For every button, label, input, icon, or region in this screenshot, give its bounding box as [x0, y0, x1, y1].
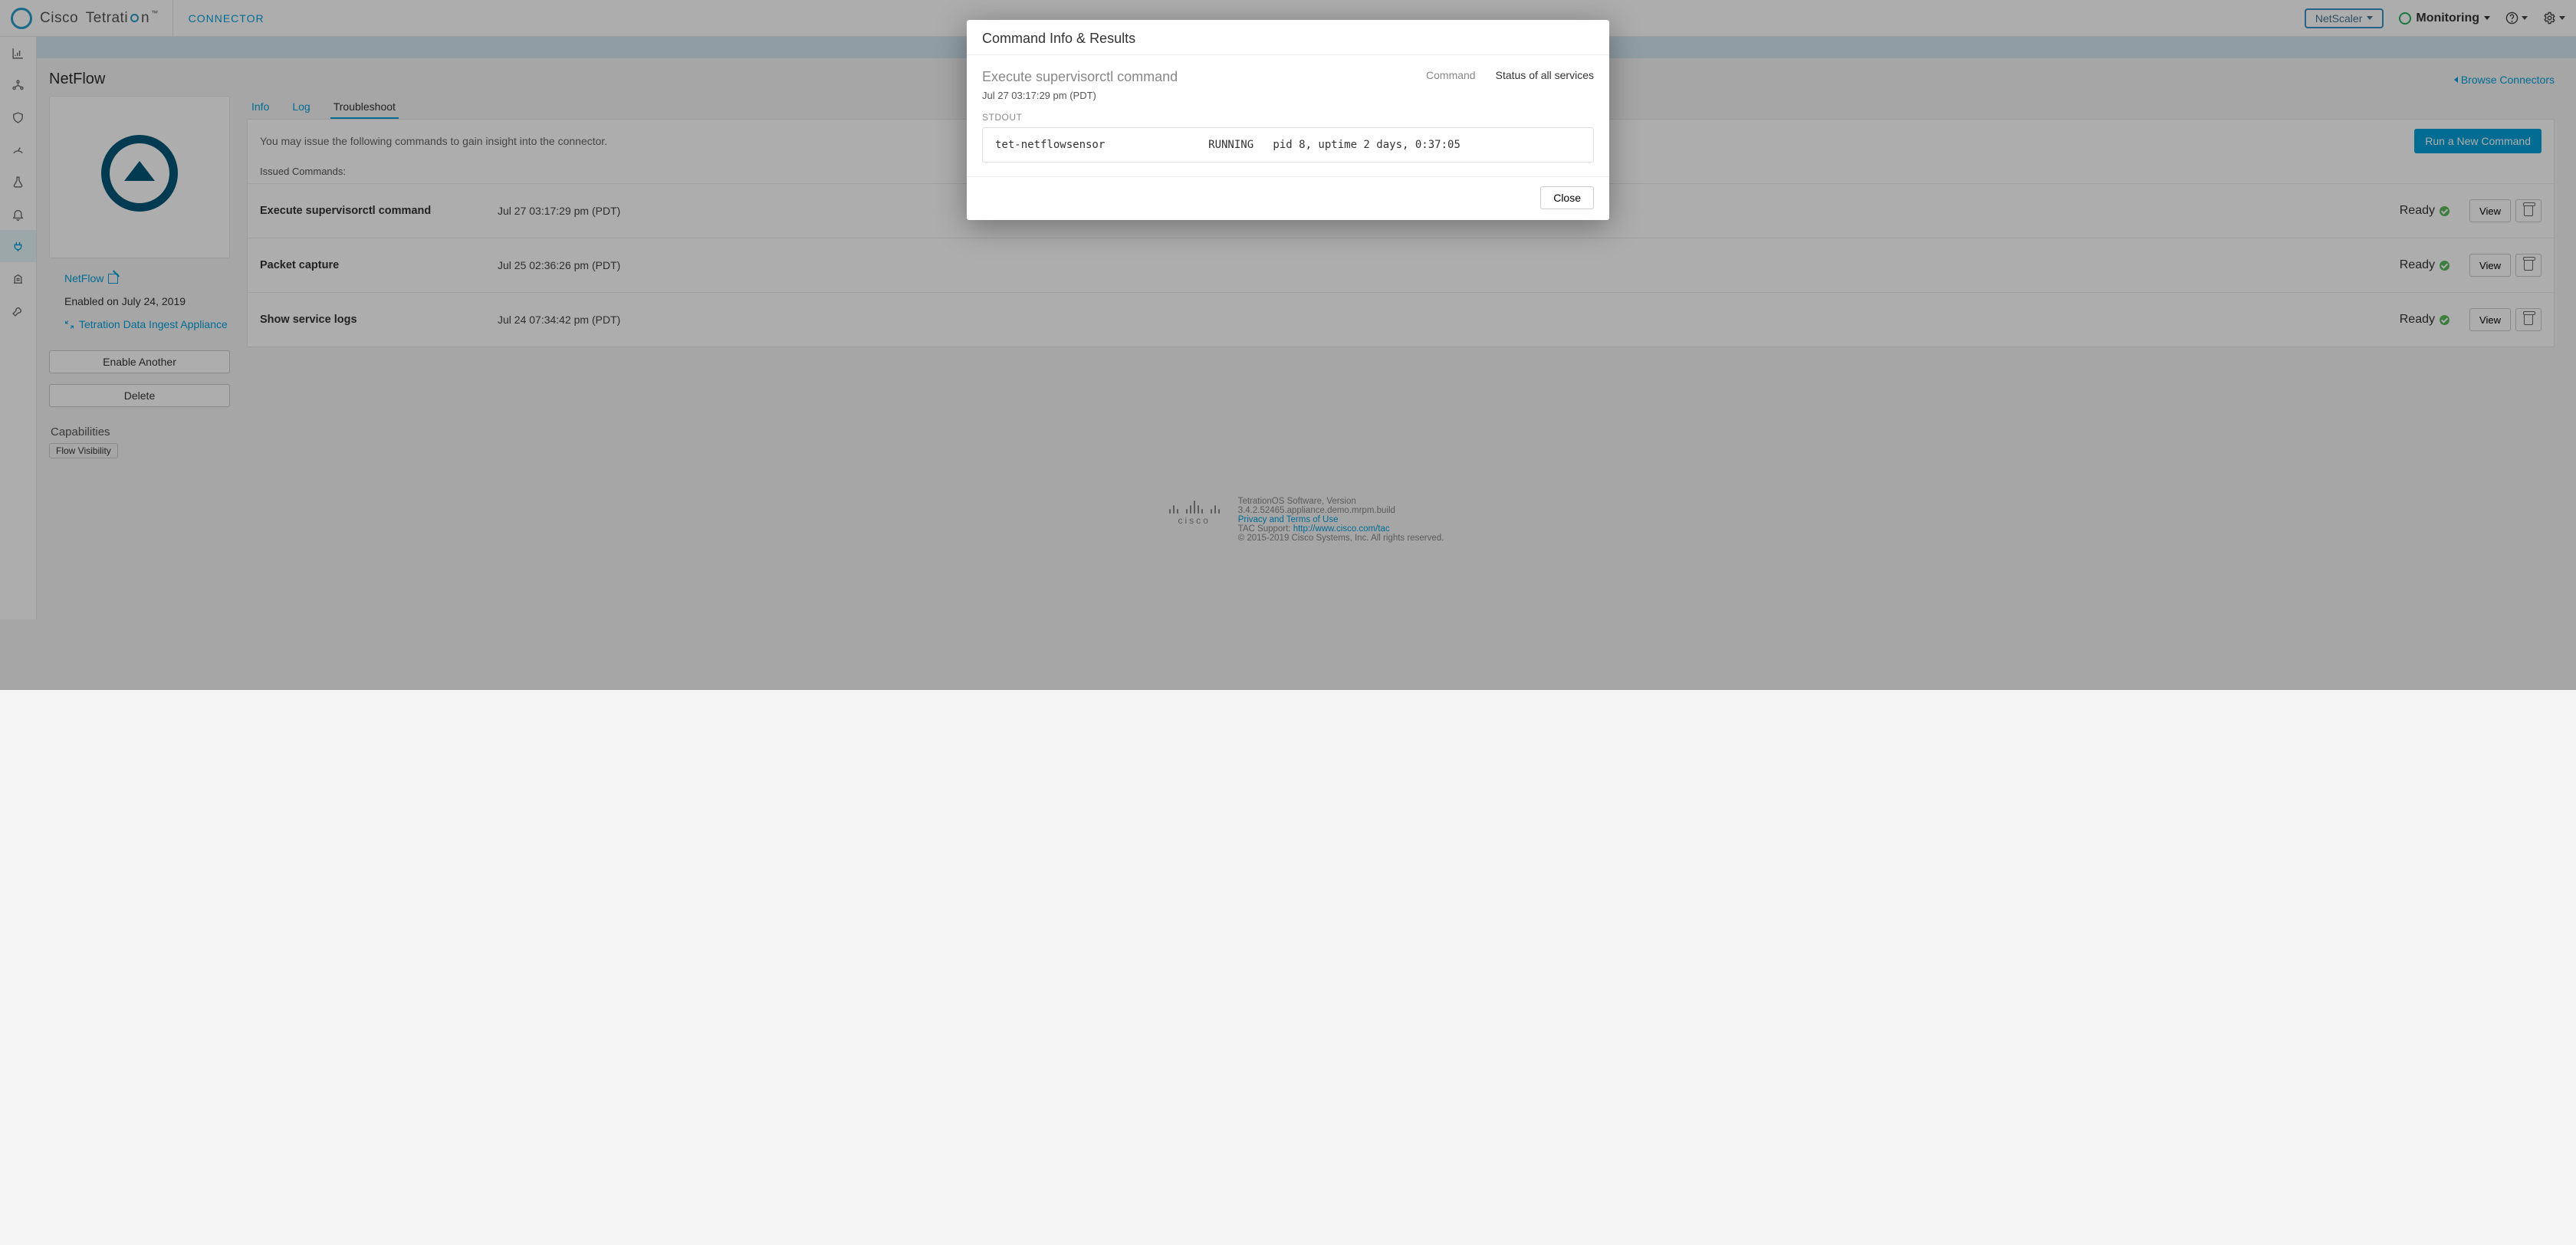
modal-title: Command Info & Results [967, 20, 1609, 54]
modal-command-title: Execute supervisorctl command [982, 69, 1178, 85]
close-button[interactable]: Close [1540, 186, 1594, 209]
modal-command-timestamp: Jul 27 03:17:29 pm (PDT) [982, 90, 1178, 101]
command-results-modal: Command Info & Results Execute superviso… [967, 20, 1609, 220]
stdout-output: tet-netflowsensor RUNNING pid 8, uptime … [982, 127, 1594, 163]
stdout-label: STDOUT [982, 112, 1594, 123]
modal-overlay[interactable]: Command Info & Results Execute superviso… [0, 0, 2576, 690]
modal-tab-status[interactable]: Status of all services [1496, 69, 1594, 81]
modal-tab-command[interactable]: Command [1426, 69, 1476, 81]
